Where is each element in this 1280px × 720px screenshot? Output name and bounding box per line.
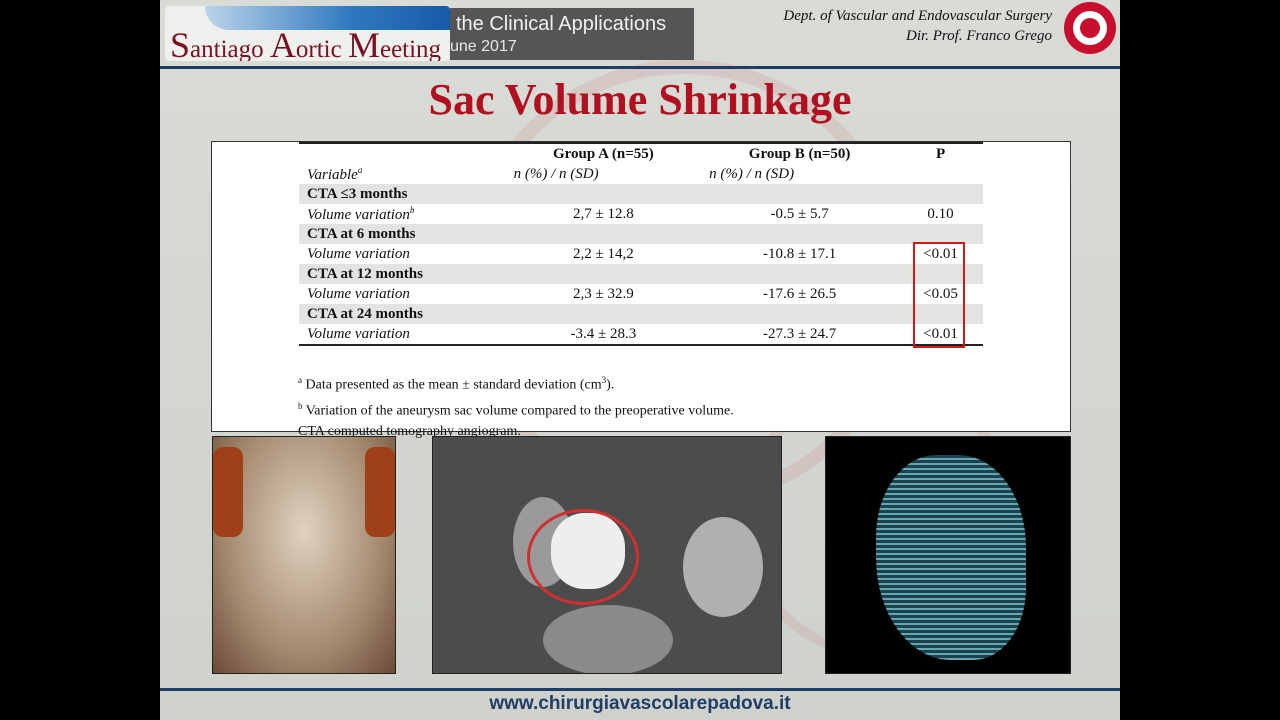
department-line-2: Dir. Prof. Franco Grego [906,28,1052,44]
table-group-row: CTA at 6 months [299,224,983,244]
col-header-p: P [898,142,983,164]
footnote-b: b Variation of the aneurysm sac volume c… [298,400,734,419]
department-info: Dept. of Vascular and Endovascular Surge… [783,6,1052,46]
results-table-panel: Group A (n=55) Group B (n=50) P Variable… [211,141,1071,439]
table-subheader-row: Variablea n (%) / n (SD) n (%) / n (SD) [299,164,983,184]
table-row: Volume variationb 2,7 ± 12.8 -0.5 ± 5.7 … [307,204,954,223]
col-header-group-b: Group B (n=50) [701,142,899,164]
table-row: Volume variation -3.4 ± 28.3 -27.3 ± 24.… [299,324,983,346]
slide: Santiago Aortic Meeting the Clinical App… [160,0,1120,720]
table-group-row: CTA ≤3 months [299,184,983,204]
table-group-row: CTA at 24 months [299,304,983,324]
conference-line-2: une 2017 [450,38,517,55]
results-table: Group A (n=55) Group B (n=50) P Variable… [299,142,983,346]
table-footnotes: a Data presented as the mean ± standard … [298,370,734,442]
ct-3d-reconstruction-image [212,436,396,674]
table-row: Volume variation 2,2 ± 14,2 -10.8 ± 17.1… [307,245,958,262]
subheader-group-b: n (%) / n (SD) [709,165,795,182]
department-line-1: Dept. of Vascular and Endovascular Surge… [783,8,1052,24]
university-logo-icon [1064,2,1116,54]
ct-axial-slice-image [432,436,782,674]
meeting-logo: Santiago Aortic Meeting [165,6,450,61]
table-row: Volume variation 2,3 ± 32.9 -17.6 ± 26.5… [307,285,958,302]
conference-line-1: the Clinical Applications [456,13,667,35]
subheader-group-a: n (%) / n (SD) [513,165,599,182]
variable-header: Variablea [307,164,363,183]
col-header-group-a: Group A (n=55) [505,142,702,164]
table-group-row: CTA at 12 months [299,264,983,284]
footer-url: www.chirurgiavascolarepadova.it [489,693,791,714]
footnote-a: a Data presented as the mean ± standard … [298,375,615,393]
conference-banner: the Clinical Applications une 2017 [450,8,694,60]
meeting-name: Santiago Aortic Meeting [170,25,442,61]
p-value-highlight-box [913,242,965,348]
slide-title: Sac Volume Shrinkage [428,75,852,124]
header-divider [160,66,1120,69]
sac-volume-mesh-image [825,436,1071,674]
table-header-row: Group A (n=55) Group B (n=50) P [299,142,983,164]
footer-divider [160,688,1120,691]
